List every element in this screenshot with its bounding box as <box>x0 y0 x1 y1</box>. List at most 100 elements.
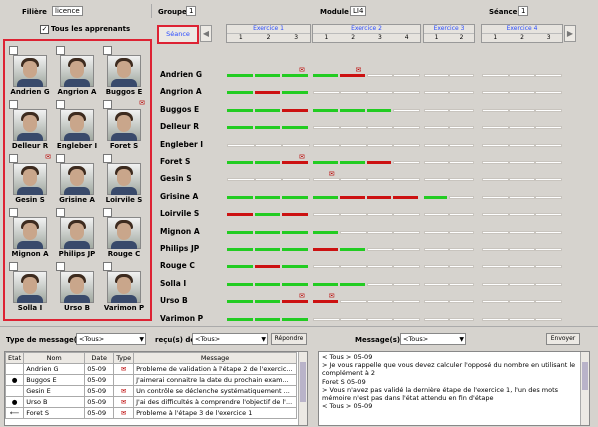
progress-segment[interactable] <box>449 91 474 95</box>
progress-segment[interactable] <box>313 213 340 217</box>
student-checkbox[interactable] <box>56 46 65 55</box>
progress-segment[interactable] <box>424 161 449 164</box>
progress-segment[interactable] <box>366 230 394 234</box>
progress-segment[interactable] <box>508 230 536 234</box>
student-checkbox[interactable] <box>103 46 112 55</box>
progress-segment[interactable] <box>254 317 281 321</box>
progress-segment[interactable] <box>393 126 420 130</box>
progress-segment[interactable] <box>393 213 420 217</box>
student-checkbox[interactable] <box>56 154 65 163</box>
message-icon[interactable]: ✉ <box>299 153 305 161</box>
progress-segment[interactable] <box>449 300 474 304</box>
type-message-select[interactable]: <Tous> ▼ <box>76 333 146 345</box>
progress-segment[interactable] <box>508 74 536 77</box>
progress-segment[interactable] <box>393 161 420 164</box>
progress-segment[interactable] <box>339 91 367 95</box>
progress-segment[interactable] <box>449 195 474 199</box>
student-card[interactable]: Delleur R <box>8 98 52 150</box>
progress-segment[interactable] <box>366 317 394 321</box>
student-card[interactable]: ✉ Gesin S <box>8 152 52 204</box>
progress-segment[interactable] <box>535 300 562 304</box>
progress-segment[interactable] <box>482 91 509 95</box>
message-a-select[interactable]: <Tous> ▼ <box>400 333 466 345</box>
progress-segment[interactable] <box>254 126 281 130</box>
progress-segment[interactable] <box>393 108 420 112</box>
progress-segment[interactable] <box>424 282 449 286</box>
table-header[interactable]: Nom <box>23 352 86 364</box>
table-header[interactable]: Type <box>113 352 135 364</box>
progress-segment[interactable] <box>254 74 281 77</box>
student-checkbox[interactable] <box>103 262 112 271</box>
progress-segment[interactable] <box>282 317 308 321</box>
progress-segment[interactable] <box>339 300 367 304</box>
progress-segment[interactable] <box>508 178 536 182</box>
groupe-value[interactable]: 1 <box>186 6 197 16</box>
progress-segment[interactable] <box>393 195 418 199</box>
student-checkbox[interactable] <box>103 208 112 217</box>
progress-segment[interactable] <box>508 213 536 217</box>
progress-segment[interactable] <box>449 265 474 269</box>
progress-segment[interactable] <box>449 126 474 130</box>
student-checkbox[interactable] <box>9 100 18 109</box>
progress-segment[interactable] <box>313 91 340 95</box>
progress-segment[interactable] <box>282 230 308 234</box>
progress-segment[interactable] <box>227 213 253 217</box>
progress-segment[interactable] <box>482 230 509 234</box>
progress-segment[interactable] <box>227 143 255 147</box>
scroll-right-icon[interactable]: ▶ <box>564 25 576 42</box>
progress-segment[interactable] <box>482 74 509 77</box>
progress-segment[interactable] <box>339 161 365 164</box>
table-row[interactable]: Gesin E 05-09 ✉ Un contrôle se déclenche sy… <box>5 385 297 397</box>
progress-segment[interactable] <box>424 317 449 321</box>
filiere-value[interactable]: licence <box>52 6 83 16</box>
message-icon[interactable]: ✉ <box>139 99 145 107</box>
message-icon[interactable]: ✉ <box>299 292 305 300</box>
student-card[interactable]: Varimon P <box>102 260 146 312</box>
progress-segment[interactable] <box>482 248 509 251</box>
progress-segment[interactable] <box>508 161 536 164</box>
progress-segment[interactable] <box>313 282 338 286</box>
progress-segment[interactable] <box>508 91 536 95</box>
progress-segment[interactable] <box>535 195 562 199</box>
progress-segment[interactable] <box>282 300 308 304</box>
progress-segment[interactable] <box>313 178 340 182</box>
student-card[interactable]: Philips JP <box>55 206 99 258</box>
progress-segment[interactable] <box>508 126 536 130</box>
message-icon[interactable]: ✉ <box>299 66 305 74</box>
progress-segment[interactable] <box>339 317 367 321</box>
progress-segment[interactable] <box>227 126 253 130</box>
progress-segment[interactable] <box>449 248 474 251</box>
message-icon[interactable]: ✉ <box>329 170 335 178</box>
progress-segment[interactable] <box>449 317 474 321</box>
progress-segment[interactable] <box>393 282 420 286</box>
progress-segment[interactable] <box>449 230 474 234</box>
progress-segment[interactable] <box>393 230 420 234</box>
progress-segment[interactable] <box>424 300 449 304</box>
student-card[interactable]: Mignon A <box>8 206 52 258</box>
progress-segment[interactable] <box>508 282 536 286</box>
table-scrollbar[interactable] <box>298 352 307 425</box>
progress-segment[interactable] <box>482 282 509 286</box>
progress-segment[interactable] <box>482 178 509 182</box>
progress-segment[interactable] <box>282 213 308 217</box>
progress-segment[interactable] <box>508 143 536 147</box>
progress-segment[interactable] <box>508 108 536 112</box>
progress-segment[interactable] <box>313 248 338 251</box>
progress-segment[interactable] <box>535 108 562 112</box>
progress-segment[interactable] <box>424 265 449 269</box>
progress-segment[interactable] <box>508 195 536 199</box>
progress-segment[interactable] <box>366 213 394 217</box>
progress-segment[interactable] <box>339 178 367 182</box>
progress-segment[interactable] <box>366 143 394 147</box>
student-checkbox[interactable] <box>9 208 18 217</box>
progress-segment[interactable] <box>254 178 283 182</box>
student-checkbox[interactable] <box>9 262 18 271</box>
table-row[interactable]: ● Urso B 05-09 ✉ J'ai des difficultés à comp… <box>5 396 297 408</box>
progress-segment[interactable] <box>227 108 253 112</box>
student-card[interactable]: Urso B <box>55 260 99 312</box>
envoyer-button[interactable]: Envoyer <box>546 333 580 345</box>
message-icon[interactable]: ✉ <box>356 66 362 74</box>
progress-segment[interactable] <box>282 126 308 130</box>
progress-segment[interactable] <box>254 248 281 251</box>
progress-segment[interactable] <box>227 230 253 234</box>
